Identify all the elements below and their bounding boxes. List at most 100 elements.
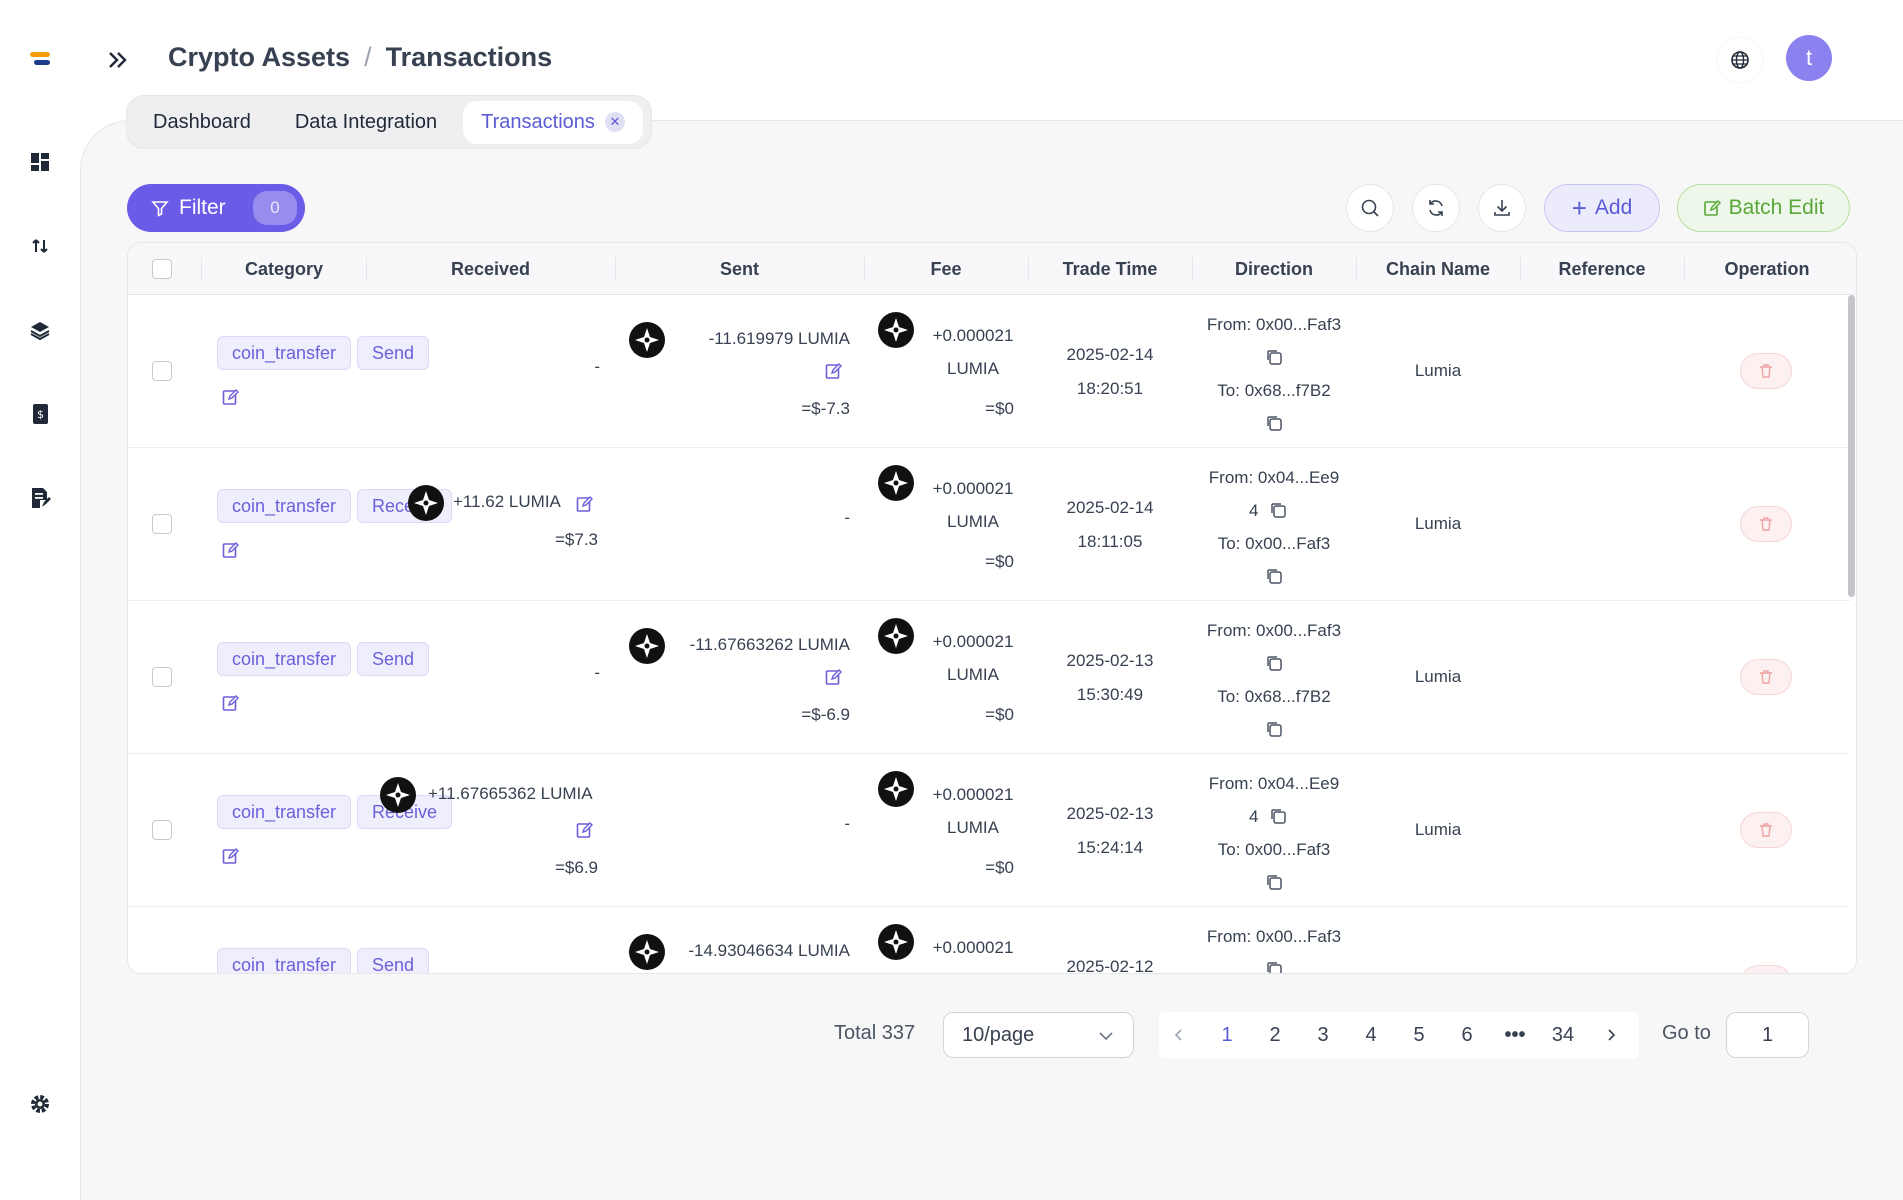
lumia-coin-icon <box>408 485 444 521</box>
header-reference[interactable]: Reference <box>1520 243 1684 295</box>
page-3[interactable]: 3 <box>1303 1012 1343 1058</box>
copy-icon[interactable] <box>1265 567 1283 585</box>
page-34[interactable]: 34 <box>1543 1012 1583 1058</box>
select-all-checkbox[interactable] <box>152 259 172 279</box>
ledger-book-icon[interactable]: $ <box>26 400 54 428</box>
layers-icon[interactable] <box>26 316 54 344</box>
goto-label: Go to <box>1662 1022 1711 1044</box>
row-checkbox[interactable] <box>152 820 172 840</box>
delete-button[interactable] <box>1740 812 1792 848</box>
received-amount: - <box>594 663 600 682</box>
page-2[interactable]: 2 <box>1255 1012 1295 1058</box>
refresh-button[interactable] <box>1412 184 1460 232</box>
category-tag: coin_transfer <box>217 795 352 829</box>
chevron-left-icon <box>1174 1029 1182 1041</box>
close-tab-icon[interactable]: ✕ <box>604 112 625 132</box>
page-1[interactable]: 1 <box>1207 1012 1247 1058</box>
filter-label: Filter <box>179 196 226 219</box>
copy-icon[interactable] <box>1269 807 1287 825</box>
edit-category-icon[interactable] <box>222 388 240 406</box>
breadcrumb-parent[interactable]: Crypto Assets <box>168 42 350 73</box>
add-button[interactable]: + Add <box>1544 184 1660 232</box>
direction-from: From: 0x00...Faf3 <box>1206 621 1342 640</box>
row-checkbox[interactable] <box>152 973 172 974</box>
edit-category-icon[interactable] <box>222 541 240 559</box>
edit-category-icon[interactable] <box>222 694 240 712</box>
fee-amount: +0.000021 <box>932 632 1014 651</box>
header-category[interactable]: Category <box>202 243 366 295</box>
header-sent[interactable]: Sent <box>615 243 864 295</box>
report-edit-icon[interactable] <box>26 484 54 512</box>
header-trade-time[interactable]: Trade Time <box>1028 243 1192 295</box>
type-tag: Send <box>357 948 430 973</box>
header-chain-name[interactable]: Chain Name <box>1356 243 1520 295</box>
row-checkbox[interactable] <box>152 667 172 687</box>
received-amount: +11.62 LUMIA <box>453 492 561 511</box>
delete-button[interactable] <box>1740 965 1792 973</box>
type-tag: Send <box>357 336 430 370</box>
globe-icon <box>1731 51 1749 69</box>
edit-amount-icon[interactable] <box>825 668 843 686</box>
tab-data-integration[interactable]: Data Integration <box>277 101 455 144</box>
edit-amount-icon[interactable] <box>576 495 594 513</box>
tab-dashboard[interactable]: Dashboard <box>135 101 269 144</box>
direction-from: From: 0x00...Faf3 <box>1206 927 1342 946</box>
edit-amount-icon[interactable] <box>576 821 594 839</box>
header-fee[interactable]: Fee <box>864 243 1028 295</box>
chain-name: Lumia <box>1414 667 1462 686</box>
prev-page-button[interactable] <box>1159 1012 1199 1058</box>
edit-amount-icon[interactable] <box>825 362 843 380</box>
language-button[interactable] <box>1718 38 1762 82</box>
expand-sidebar-button[interactable] <box>104 44 132 76</box>
received-amount: +11.67665362 LUMIA <box>428 784 593 803</box>
edit-category-icon[interactable] <box>222 847 240 865</box>
page-5[interactable]: 5 <box>1399 1012 1439 1058</box>
row-checkbox[interactable] <box>152 361 172 381</box>
page-4[interactable]: 4 <box>1351 1012 1391 1058</box>
lumia-coin-icon <box>878 465 914 501</box>
delete-button[interactable] <box>1740 659 1792 695</box>
copy-icon[interactable] <box>1265 873 1283 891</box>
download-button[interactable] <box>1478 184 1526 232</box>
fee-amount: +0.000021 <box>932 479 1014 498</box>
double-chevron-right-icon <box>109 52 127 68</box>
copy-icon[interactable] <box>1265 720 1283 738</box>
table-row[interactable]: coin_transfer Receive +11.67665362 LUMIA… <box>128 754 1850 907</box>
table-row[interactable]: coin_transfer Receive +11.62 LUMIA =$7.3… <box>128 448 1850 601</box>
user-avatar[interactable]: t <box>1786 35 1832 81</box>
search-button[interactable] <box>1346 184 1394 232</box>
dashboard-icon[interactable] <box>26 148 54 176</box>
direction-to: To: 0x68...f7B2 <box>1217 381 1331 400</box>
transactions-table: Category Received Sent Fee Trade Time Di… <box>127 242 1857 974</box>
fee-usd: =$0 <box>985 552 1014 571</box>
tab-bar: Dashboard Data Integration Transactions ✕ <box>126 95 652 149</box>
row-checkbox[interactable] <box>152 514 172 534</box>
copy-icon[interactable] <box>1269 501 1287 519</box>
page-6[interactable]: 6 <box>1447 1012 1487 1058</box>
header-received[interactable]: Received <box>366 243 615 295</box>
transfer-arrows-icon[interactable] <box>26 232 54 260</box>
tab-transactions[interactable]: Transactions ✕ <box>463 100 643 144</box>
table-row[interactable]: coin_transfer Send -14.93046634 LUMIA +0… <box>128 907 1850 974</box>
copy-icon[interactable] <box>1265 414 1283 432</box>
copy-icon[interactable] <box>1265 960 1283 974</box>
table-scrollbar[interactable] <box>1848 295 1855 597</box>
copy-icon[interactable] <box>1265 348 1283 366</box>
goto-page-input[interactable]: 1 <box>1726 1012 1809 1058</box>
filter-button[interactable]: Filter 0 <box>127 184 305 232</box>
app-logo[interactable] <box>30 52 52 70</box>
table-row[interactable]: coin_transfer Send - -11.67663262 LUMIA … <box>128 601 1850 754</box>
next-page-button[interactable] <box>1591 1012 1631 1058</box>
delete-button[interactable] <box>1740 353 1792 389</box>
delete-button[interactable] <box>1740 506 1792 542</box>
trade-time: 18:11:05 <box>1077 532 1143 551</box>
page-size-select[interactable]: 10/page <box>943 1012 1134 1058</box>
header-direction[interactable]: Direction <box>1192 243 1356 295</box>
sent-amount: -14.93046634 LUMIA <box>688 941 850 960</box>
batch-edit-button[interactable]: Batch Edit <box>1677 184 1850 232</box>
copy-icon[interactable] <box>1265 654 1283 672</box>
settings-gear-icon[interactable] <box>26 1090 54 1118</box>
table-row[interactable]: coin_transfer Send - -11.619979 LUMIA =$… <box>128 295 1850 448</box>
page-ellipsis[interactable]: ••• <box>1495 1012 1535 1058</box>
direction-to: To: 0x00...Faf3 <box>1217 840 1331 859</box>
